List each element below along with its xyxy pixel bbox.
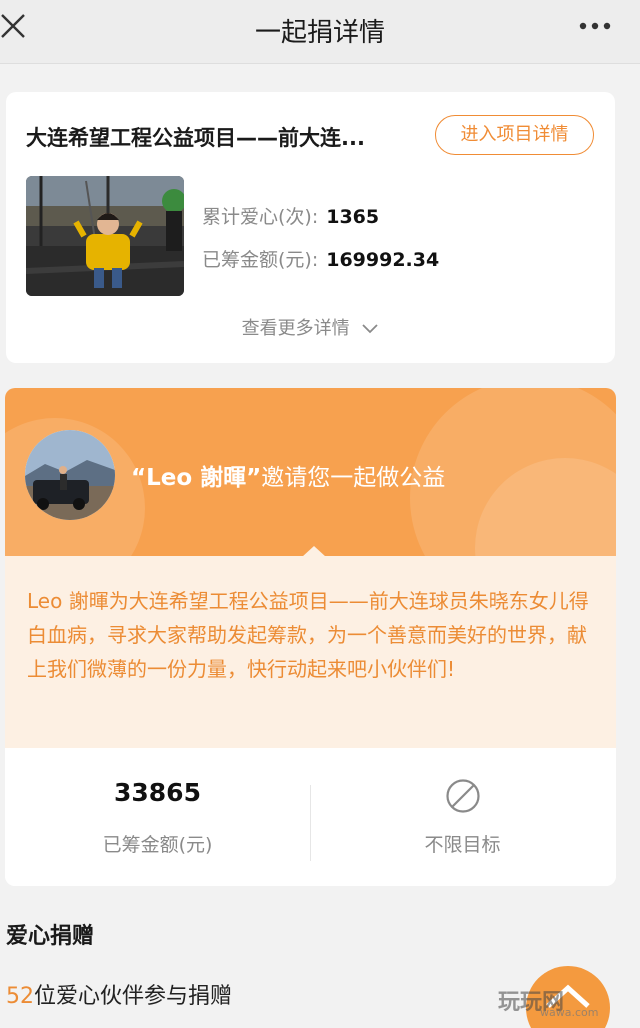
nav-bar: 一起捐详情 [0,0,640,64]
raised-amount-label: 已筹金额(元): [202,249,319,271]
goal-stat: 不限目标 [310,778,615,857]
raised-amount-value: 169992.34 [326,249,440,271]
goal-label: 不限目标 [424,834,501,856]
invite-raised-value: 33865 [114,778,201,807]
invite-stats: 33865 已筹金额(元) 不限目标 [5,748,616,886]
donor-count-text: 位爱心伙伴参与捐赠 [34,984,233,1009]
see-more-details-label: 查看更多详情 [241,318,350,339]
invite-headline: “Leo 謝暉”邀请您一起做公益 [131,458,445,492]
invite-text: 邀请您一起做公益 [261,465,446,491]
chevron-down-icon [362,324,378,334]
raised-amount-row: 已筹金额(元): 169992.34 [202,245,439,272]
bubble-pointer [302,546,326,556]
donor-count: 52 [6,984,34,1009]
avatar[interactable] [25,430,115,520]
love-count-row: 累计爱心(次): 1365 [202,202,379,229]
raised-stat: 33865 已筹金额(元) [5,778,310,857]
project-title: 大连希望工程公益项目——前大连... [26,126,365,150]
enter-project-details-button[interactable]: 进入项目详情 [435,115,594,155]
donations-section-title: 爱心捐赠 [6,924,95,949]
no-limit-icon [445,779,480,813]
invite-message: Leo 謝暉为大连希望工程公益项目——前大连球员朱晓东女儿得白血病，寻求大家帮助… [5,556,616,748]
page-title: 一起捐详情 [254,18,385,48]
see-more-details-link[interactable]: 查看更多详情 [6,314,615,340]
project-card: 大连希望工程公益项目——前大连... 进入项目详情 累计爱心(次): 1365 已… [6,92,615,363]
love-count-value: 1365 [326,206,380,228]
donor-count-line: 52位爱心伙伴参与捐赠 [6,978,232,1010]
invite-card: “Leo 謝暉”邀请您一起做公益 Leo 謝暉为大连希望工程公益项目——前大连球… [5,388,616,886]
invite-header: “Leo 謝暉”邀请您一起做公益 [5,388,616,556]
more-dots-icon[interactable] [578,14,612,38]
invite-raised-label: 已筹金额(元) [102,834,213,856]
watermark-sub: wawa.com [540,1006,599,1019]
project-photo[interactable] [26,176,184,296]
inviter-name: “Leo 謝暉” [131,465,262,491]
love-count-label: 累计爱心(次): [202,206,319,228]
